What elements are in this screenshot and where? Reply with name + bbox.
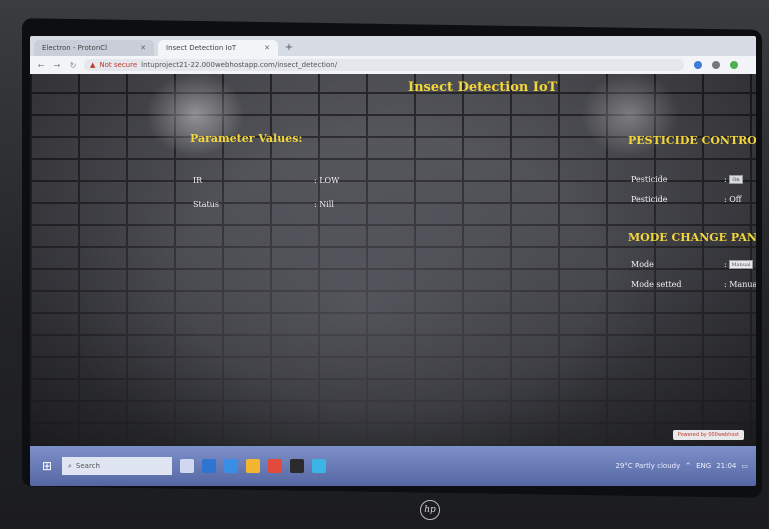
- tab-label: Insect Detection IoT: [166, 44, 237, 52]
- page-title: Insect Detection IoT: [408, 80, 558, 95]
- profile-icon[interactable]: [730, 61, 738, 69]
- mode-colon: :: [724, 260, 727, 269]
- url-input[interactable]: ▲ Not secure lntuproject21-22.000webhost…: [84, 59, 684, 71]
- extension-icon[interactable]: [712, 61, 720, 69]
- mode-setted-label: Mode setted: [631, 280, 682, 289]
- tab-insect-detection[interactable]: Insect Detection IoT ✕: [158, 40, 278, 56]
- pesticide-status-label: Pesticide: [631, 195, 668, 204]
- parameter-values-heading: Parameter Values:: [190, 132, 303, 145]
- tab-label: Electron - ProtonCl: [42, 44, 108, 52]
- edge-icon[interactable]: [202, 459, 216, 473]
- close-tab-icon[interactable]: ✕: [140, 40, 146, 56]
- web-page: Insect Detection IoT Parameter Values: I…: [30, 74, 756, 446]
- chevron-up-icon[interactable]: ^: [685, 462, 691, 470]
- app-icon[interactable]: [268, 459, 282, 473]
- status-value: : Nill: [314, 200, 334, 209]
- status-label: Status: [193, 200, 219, 209]
- tab-protoncl[interactable]: Electron - ProtonCl ✕: [34, 40, 154, 56]
- back-icon[interactable]: ←: [36, 61, 46, 70]
- pesticide-control-heading: PESTICIDE CONTROL PA: [628, 134, 756, 147]
- terminal-icon[interactable]: [290, 459, 304, 473]
- mode-label: Mode: [631, 260, 654, 269]
- pesticide-status-value: : Off: [724, 195, 742, 204]
- new-tab-button[interactable]: +: [282, 40, 296, 56]
- taskbar: ⊞ ⌕ Search 29°C Partly cloudy ^ ENG 21:0…: [30, 446, 756, 486]
- mode-setted-value: : Manual: [724, 280, 756, 289]
- forward-icon[interactable]: →: [52, 61, 62, 70]
- chrome-icon[interactable]: [246, 459, 260, 473]
- weather-status[interactable]: 29°C Partly cloudy: [615, 462, 680, 470]
- windows-start-icon[interactable]: ⊞: [36, 455, 58, 477]
- file-explorer-icon[interactable]: [224, 459, 238, 473]
- pesticide-label: Pesticide: [631, 175, 668, 184]
- warning-icon: ▲: [90, 61, 96, 69]
- extension-icon[interactable]: [694, 61, 702, 69]
- system-tray: 29°C Partly cloudy ^ ENG 21:04 ▭: [615, 462, 756, 470]
- language-indicator[interactable]: ENG: [696, 462, 711, 470]
- task-view-icon[interactable]: [180, 459, 194, 473]
- reload-icon[interactable]: ↻: [68, 61, 78, 70]
- taskbar-search-input[interactable]: ⌕ Search: [62, 457, 172, 475]
- screen: Electron - ProtonCl ✕ Insect Detection I…: [30, 36, 756, 486]
- app-icon[interactable]: [312, 459, 326, 473]
- security-status: Not secure: [99, 61, 138, 69]
- ir-value: : LOW: [314, 176, 340, 185]
- pesticide-colon: :: [724, 175, 727, 184]
- notification-icon[interactable]: ▭: [741, 462, 748, 470]
- powered-by-badge[interactable]: Powered by 000webhost: [672, 430, 744, 440]
- search-placeholder: Search: [75, 462, 100, 470]
- hp-logo: hp: [420, 500, 440, 520]
- ir-label: IR: [193, 176, 203, 185]
- mode-change-heading: MODE CHANGE PANEL:: [628, 231, 756, 244]
- search-icon: ⌕: [68, 461, 72, 470]
- mode-select[interactable]: Manual: [729, 260, 753, 269]
- address-bar: ← → ↻ ▲ Not secure lntuproject21-22.000w…: [30, 56, 756, 74]
- url-text: lntuproject21-22.000webhostapp.com/insec…: [141, 61, 338, 69]
- browser-tab-bar: Electron - ProtonCl ✕ Insect Detection I…: [30, 36, 756, 56]
- close-tab-icon[interactable]: ✕: [264, 40, 270, 56]
- pesticide-on-button[interactable]: On: [729, 175, 743, 184]
- clock[interactable]: 21:04: [716, 462, 736, 470]
